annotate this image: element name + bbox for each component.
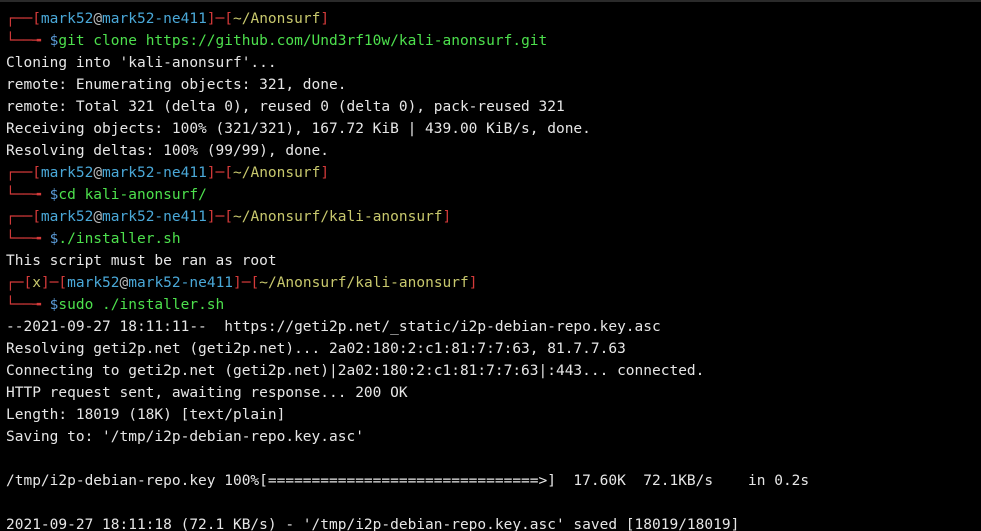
cmd-installer: ./installer.sh (58, 231, 180, 247)
prompt-arrow: └──╼ (6, 187, 50, 203)
prompt-path: ~/Anonsurf (233, 165, 320, 181)
prompt-path: ~/Anonsurf/kali-anonsurf (233, 209, 443, 225)
output-line: Length: 18019 (18K) [text/plain] (6, 407, 285, 423)
prompt-branch-mid: ]─[ (41, 275, 67, 291)
output-line: Saving to: '/tmp/i2p-debian-repo.key.asc… (6, 429, 364, 445)
cmd-sudo-installer: sudo ./installer.sh (58, 297, 224, 313)
prompt-branch: ┌──[ (6, 209, 41, 225)
prompt-line-2: ┌──[mark52@mark52-ne411]─[~/Anonsurf] (6, 165, 329, 181)
prompt-host: mark52-ne411 (102, 11, 207, 27)
output-line: Resolving geti2p.net (geti2p.net)... 2a0… (6, 341, 626, 357)
prompt-sep: ]─[ (207, 165, 233, 181)
prompt-line-3: ┌──[mark52@mark52-ne411]─[~/Anonsurf/kal… (6, 209, 451, 225)
prompt-error-x: x (32, 275, 41, 291)
prompt-arrow: └──╼ (6, 297, 50, 313)
prompt-host: mark52-ne411 (128, 275, 233, 291)
prompt-host: mark52-ne411 (102, 209, 207, 225)
output-line: remote: Enumerating objects: 321, done. (6, 77, 346, 93)
prompt-cmd-line-1: └──╼ $git clone https://github.com/Und3r… (6, 33, 547, 49)
output-line: This script must be ran as root (6, 253, 277, 269)
prompt-at: @ (93, 11, 102, 27)
output-progress: /tmp/i2p-debian-repo.key 100%[==========… (6, 473, 809, 489)
prompt-user: mark52 (41, 165, 93, 181)
prompt-at: @ (93, 165, 102, 181)
prompt-path: ~/Anonsurf/kali-anonsurf (259, 275, 469, 291)
prompt-at: @ (93, 209, 102, 225)
prompt-sep: ]─[ (207, 11, 233, 27)
prompt-user: mark52 (67, 275, 119, 291)
prompt-arrow: └──╼ (6, 33, 50, 49)
prompt-cmd-line-4: └──╼ $sudo ./installer.sh (6, 297, 224, 313)
output-line: --2021-09-27 18:11:11-- https://geti2p.n… (6, 319, 661, 335)
output-line: Receiving objects: 100% (321/321), 167.7… (6, 121, 591, 137)
prompt-line-4: ┌─[x]─[mark52@mark52-ne411]─[~/Anonsurf/… (6, 275, 477, 291)
prompt-close: ] (469, 275, 478, 291)
output-line: Cloning into 'kali-anonsurf'... (6, 55, 277, 71)
prompt-sep: ]─[ (207, 209, 233, 225)
prompt-arrow: └──╼ (6, 231, 50, 247)
prompt-close: ] (443, 209, 452, 225)
prompt-close: ] (320, 165, 329, 181)
prompt-host: mark52-ne411 (102, 165, 207, 181)
prompt-user: mark52 (41, 11, 93, 27)
prompt-branch: ┌──[ (6, 165, 41, 181)
prompt-branch-open: ┌─[ (6, 275, 32, 291)
output-line: Resolving deltas: 100% (99/99), done. (6, 143, 329, 159)
output-line: Connecting to geti2p.net (geti2p.net)|2a… (6, 363, 704, 379)
prompt-branch: ┌──[ (6, 11, 41, 27)
prompt-close: ] (320, 11, 329, 27)
prompt-cmd-line-3: └──╼ $./installer.sh (6, 231, 181, 247)
prompt-sep: ]─[ (233, 275, 259, 291)
prompt-line-1: ┌──[mark52@mark52-ne411]─[~/Anonsurf] (6, 11, 329, 27)
cmd-cd: cd kali-anonsurf/ (58, 187, 206, 203)
prompt-user: mark52 (41, 209, 93, 225)
prompt-path: ~/Anonsurf (233, 11, 320, 27)
prompt-cmd-line-2: └──╼ $cd kali-anonsurf/ (6, 187, 207, 203)
terminal[interactable]: ┌──[mark52@mark52-ne411]─[~/Anonsurf] └─… (0, 0, 981, 531)
output-line: 2021-09-27 18:11:18 (72.1 KB/s) - '/tmp/… (6, 517, 739, 531)
output-line: remote: Total 321 (delta 0), reused 0 (d… (6, 99, 565, 115)
output-line: HTTP request sent, awaiting response... … (6, 385, 408, 401)
prompt-at: @ (120, 275, 129, 291)
cmd-git-clone: git clone https://github.com/Und3rf10w/k… (58, 33, 547, 49)
